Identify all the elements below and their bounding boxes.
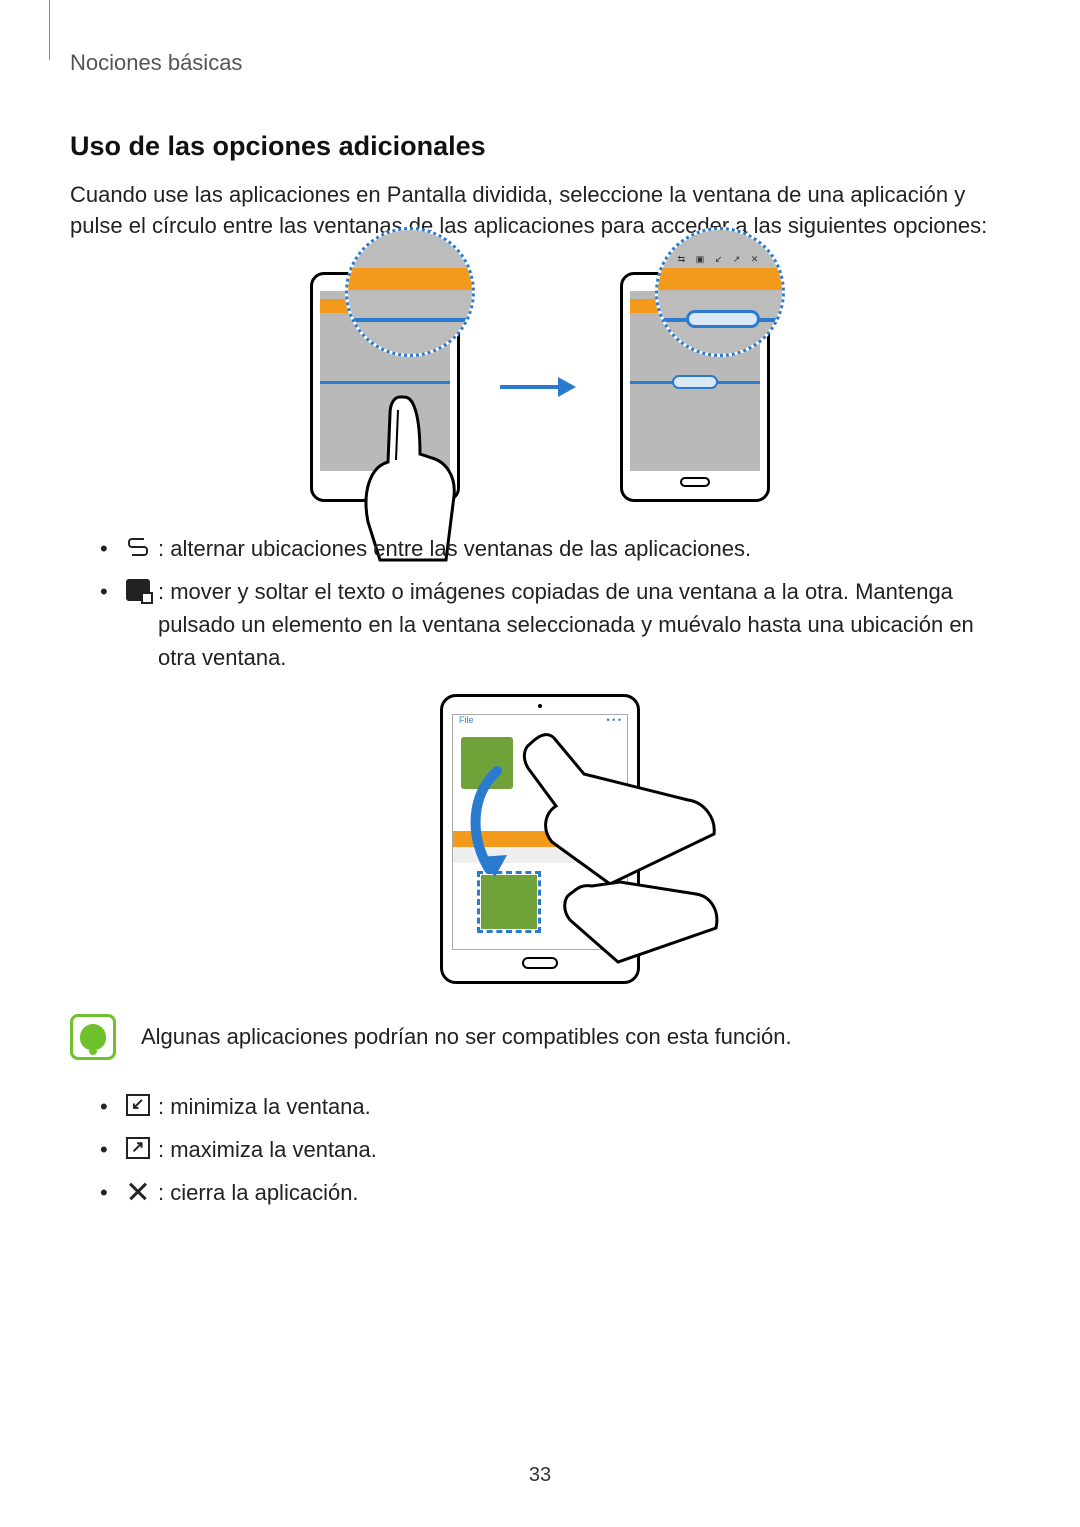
bullet-close-text: : cierra la aplicación. bbox=[158, 1176, 1010, 1209]
note-icon-box bbox=[70, 1014, 116, 1060]
maximize-window-icon bbox=[126, 1137, 150, 1159]
mag-orange-bar bbox=[348, 268, 472, 290]
magnifier-left bbox=[345, 227, 475, 357]
section-title: Uso de las opciones adicionales bbox=[70, 131, 1010, 162]
bullet-swap-text: : alternar ubicaciones entre las ventana… bbox=[158, 532, 1010, 565]
mag-divider-line bbox=[348, 318, 472, 322]
bullet-list-1: : alternar ubicaciones entre las ventana… bbox=[70, 532, 1010, 674]
bullet-swap: : alternar ubicaciones entre las ventana… bbox=[100, 532, 1010, 565]
minimize-window-icon bbox=[126, 1094, 150, 1116]
note-text: Algunas aplicaciones podrían no ser comp… bbox=[141, 1024, 792, 1050]
mag-orange-bar bbox=[658, 268, 782, 290]
mag-bg-top bbox=[348, 230, 472, 268]
compatibility-note: Algunas aplicaciones podrían no ser comp… bbox=[70, 1014, 1010, 1060]
figure-splitview-options: ⇆ ▣ ↙ ↗ ✕ bbox=[70, 272, 1010, 502]
bullet-maximize: : maximiza la ventana. bbox=[100, 1133, 1010, 1166]
bullet-minimize: : minimiza la ventana. bbox=[100, 1090, 1010, 1123]
options-pill bbox=[672, 375, 718, 389]
intro-paragraph: Cuando use las aplicaciones en Pantalla … bbox=[70, 180, 1010, 242]
home-button bbox=[680, 477, 710, 487]
split-divider bbox=[320, 381, 450, 384]
drag-content-icon bbox=[126, 579, 150, 601]
mag-bg-bottom bbox=[348, 290, 472, 354]
bullet-minimize-text: : minimiza la ventana. bbox=[158, 1090, 1010, 1123]
magnifier-right: ⇆ ▣ ↙ ↗ ✕ bbox=[655, 227, 785, 357]
page-margin-rule bbox=[49, 0, 50, 60]
hands-dragging bbox=[500, 714, 720, 974]
bullet-maximize-text: : maximiza la ventana. bbox=[158, 1133, 1010, 1166]
mag-options-pill bbox=[686, 310, 760, 328]
arrow-right-icon bbox=[500, 377, 580, 397]
bullet-close: : cierra la aplicación. bbox=[100, 1176, 1010, 1209]
tablet-left-wrap bbox=[310, 272, 460, 502]
page-number: 33 bbox=[0, 1464, 1080, 1487]
close-app-icon bbox=[126, 1180, 150, 1202]
figure-drag-between-windows: File• • • bbox=[70, 694, 1010, 984]
swap-windows-icon bbox=[126, 536, 150, 558]
tablet-right-wrap: ⇆ ▣ ↙ ↗ ✕ bbox=[620, 272, 770, 502]
bullet-drag-text: : mover y soltar el texto o imágenes cop… bbox=[158, 575, 1010, 674]
tablet-drag-wrap: File• • • bbox=[440, 694, 640, 984]
bullet-drag: : mover y soltar el texto o imágenes cop… bbox=[100, 575, 1010, 674]
breadcrumb: Nociones básicas bbox=[70, 50, 1010, 76]
bullet-list-2: : minimiza la ventana. : maximiza la ven… bbox=[70, 1090, 1010, 1209]
bell-icon bbox=[80, 1024, 106, 1050]
camera-dot bbox=[538, 704, 542, 708]
mag-option-icons: ⇆ ▣ ↙ ↗ ✕ bbox=[658, 254, 782, 265]
